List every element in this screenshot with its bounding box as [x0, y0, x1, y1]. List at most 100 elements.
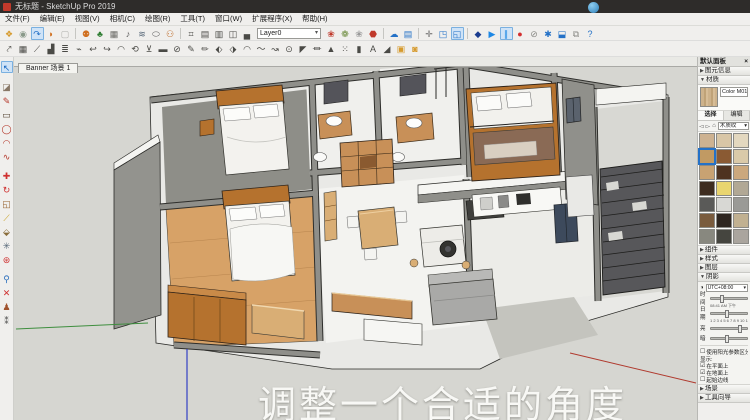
monitor-icon[interactable]: ⬓ [556, 27, 569, 40]
follow-me-icon[interactable]: ◗ [45, 27, 58, 40]
dialog-icon[interactable]: ⬭ [150, 27, 163, 40]
section-materials[interactable]: ▼材质 [698, 76, 750, 85]
section-components[interactable]: ▶组件 [698, 246, 750, 255]
time-slider-knob[interactable] [720, 295, 724, 303]
record-icon[interactable]: ● [514, 27, 527, 40]
path-icon[interactable]: ↝ [269, 42, 282, 55]
view-box-icon[interactable]: ◳ [437, 27, 450, 40]
model-3d-view[interactable] [14, 57, 697, 420]
material-swatch[interactable] [699, 165, 715, 180]
date-slider-knob[interactable] [725, 310, 729, 318]
menu-view[interactable]: 视图(V) [70, 13, 105, 25]
menu-extensions[interactable]: 扩展程序(X) [247, 13, 297, 25]
walkthrough-icon[interactable]: ⚇ [164, 27, 177, 40]
use-sun-checkbox[interactable]: ☐使用阳光参数区分明暗面 [700, 348, 748, 355]
orbit-view-icon[interactable]: ↷ [31, 27, 44, 40]
home-icon[interactable]: ⌂ [712, 123, 716, 129]
material-swatch[interactable] [733, 165, 749, 180]
material-swatch[interactable] [699, 229, 715, 244]
menu-window[interactable]: 窗口(W) [210, 13, 247, 25]
material-preview[interactable] [700, 87, 718, 107]
model-viewport[interactable]: Banner 场景 1 [14, 57, 697, 420]
chart-icon[interactable]: ▟ [45, 42, 58, 55]
material-swatch[interactable] [716, 149, 732, 164]
disabled-tool-icon[interactable]: ▢ [59, 27, 72, 40]
material-category-dropdown[interactable]: 木质纹▾ [718, 122, 749, 130]
sound-icon[interactable]: ♪ [122, 27, 135, 40]
material-swatch[interactable] [716, 133, 732, 148]
section-styles[interactable]: ▶样式 [698, 255, 750, 264]
material-swatch[interactable] [716, 165, 732, 180]
section-shadows[interactable]: ▼阴影 [698, 273, 750, 282]
material-swatch[interactable] [733, 229, 749, 244]
offset-icon[interactable]: ⤤ [3, 42, 16, 55]
section-entity-info[interactable]: ▶图元信息 [698, 67, 750, 76]
material-swatch[interactable] [699, 197, 715, 212]
menu-camera[interactable]: 相机(C) [105, 13, 140, 25]
shadow-dialog-icon[interactable]: ❀ [325, 27, 338, 40]
enscape-logo-icon[interactable]: ◆ [472, 27, 485, 40]
material-swatch[interactable] [716, 181, 732, 196]
material-name-field[interactable]: Color M01 [720, 87, 748, 97]
material-swatch[interactable] [699, 133, 715, 148]
camera-tool-5-icon[interactable]: ▄ [241, 27, 254, 40]
menu-tools[interactable]: 工具(T) [175, 13, 210, 25]
select-tool[interactable]: ↖ [1, 61, 13, 73]
light-slider-knob[interactable] [738, 325, 742, 333]
forward-icon[interactable]: ▻ [706, 123, 711, 130]
freehand-tool[interactable]: ∿ [1, 150, 13, 162]
slope-icon[interactable]: ◤ [297, 42, 310, 55]
section-scenes[interactable]: ▶场景 [698, 385, 750, 394]
camera-tool-3-icon[interactable]: ▥ [213, 27, 226, 40]
pause-icon[interactable]: ∥ [500, 27, 513, 40]
material-swatch[interactable] [733, 213, 749, 228]
time-slider[interactable] [710, 297, 748, 300]
layers-icon[interactable]: ≣ [59, 42, 72, 55]
material-swatch[interactable] [733, 133, 749, 148]
model-info-icon[interactable]: ❖ [3, 27, 16, 40]
wedge-icon[interactable]: ◢ [381, 42, 394, 55]
material-swatch[interactable] [733, 197, 749, 212]
section-icon[interactable]: ⟋ [31, 42, 44, 55]
orbit-tool[interactable]: ⊛ [1, 253, 13, 265]
menu-edit[interactable]: 编辑(E) [35, 13, 70, 25]
material-swatch[interactable] [699, 213, 715, 228]
undo-arc-icon[interactable]: ↩ [87, 42, 100, 55]
paint-bucket-tool[interactable]: ⬙ [1, 225, 13, 237]
column-icon[interactable]: ▮ [353, 42, 366, 55]
circle-tool[interactable]: ◯ [1, 122, 13, 134]
table-icon[interactable]: ▦ [17, 42, 30, 55]
zoom-extents-tool[interactable]: ✕ [1, 286, 13, 298]
tray-close-icon[interactable]: × [744, 57, 748, 66]
on-ground-checkbox[interactable]: ☑在地面上 [700, 369, 748, 376]
material-swatch[interactable] [699, 149, 715, 164]
from-edges-checkbox[interactable]: ☐起始边线 [700, 376, 748, 383]
mirror-icon[interactable]: ▲ [325, 42, 338, 55]
sketchup-figure-icon[interactable]: ⚉ [80, 27, 93, 40]
level-icon[interactable]: ⏛ [311, 42, 324, 55]
wave-icon[interactable]: 〜 [255, 42, 268, 55]
menu-file[interactable]: 文件(F) [0, 13, 35, 25]
redo-arc-icon[interactable]: ↪ [101, 42, 114, 55]
dark-slider[interactable] [710, 337, 748, 340]
arc-tool[interactable]: ◠ [1, 136, 13, 148]
help-icon[interactable]: ? [584, 27, 597, 40]
view-box-active-icon[interactable]: ◱ [451, 27, 464, 40]
axes-tool[interactable]: ✳ [1, 239, 13, 251]
position-camera-tool[interactable]: ♟ [1, 300, 13, 312]
on-faces-checkbox[interactable]: ☑在平面上 [700, 362, 748, 369]
fog-icon[interactable]: ≋ [136, 27, 149, 40]
warehouse-icon[interactable]: ▤ [402, 27, 415, 40]
position-icon[interactable]: ✛ [423, 27, 436, 40]
material-swatch[interactable] [716, 213, 732, 228]
target-icon[interactable]: ⊙ [283, 42, 296, 55]
rotate-tool[interactable]: ↻ [1, 183, 13, 195]
dark-slider-knob[interactable] [725, 335, 729, 343]
material-swatch[interactable] [716, 229, 732, 244]
line-tool[interactable]: ✎ [1, 94, 13, 106]
move-tool[interactable]: ✚ [1, 169, 13, 181]
layer-dropdown[interactable]: Layer0▾ [257, 28, 321, 39]
gem-left-icon[interactable]: ⬖ [213, 42, 226, 55]
tree-component-icon[interactable]: ♣ [94, 27, 107, 40]
pen-1-icon[interactable]: ✎ [185, 42, 198, 55]
